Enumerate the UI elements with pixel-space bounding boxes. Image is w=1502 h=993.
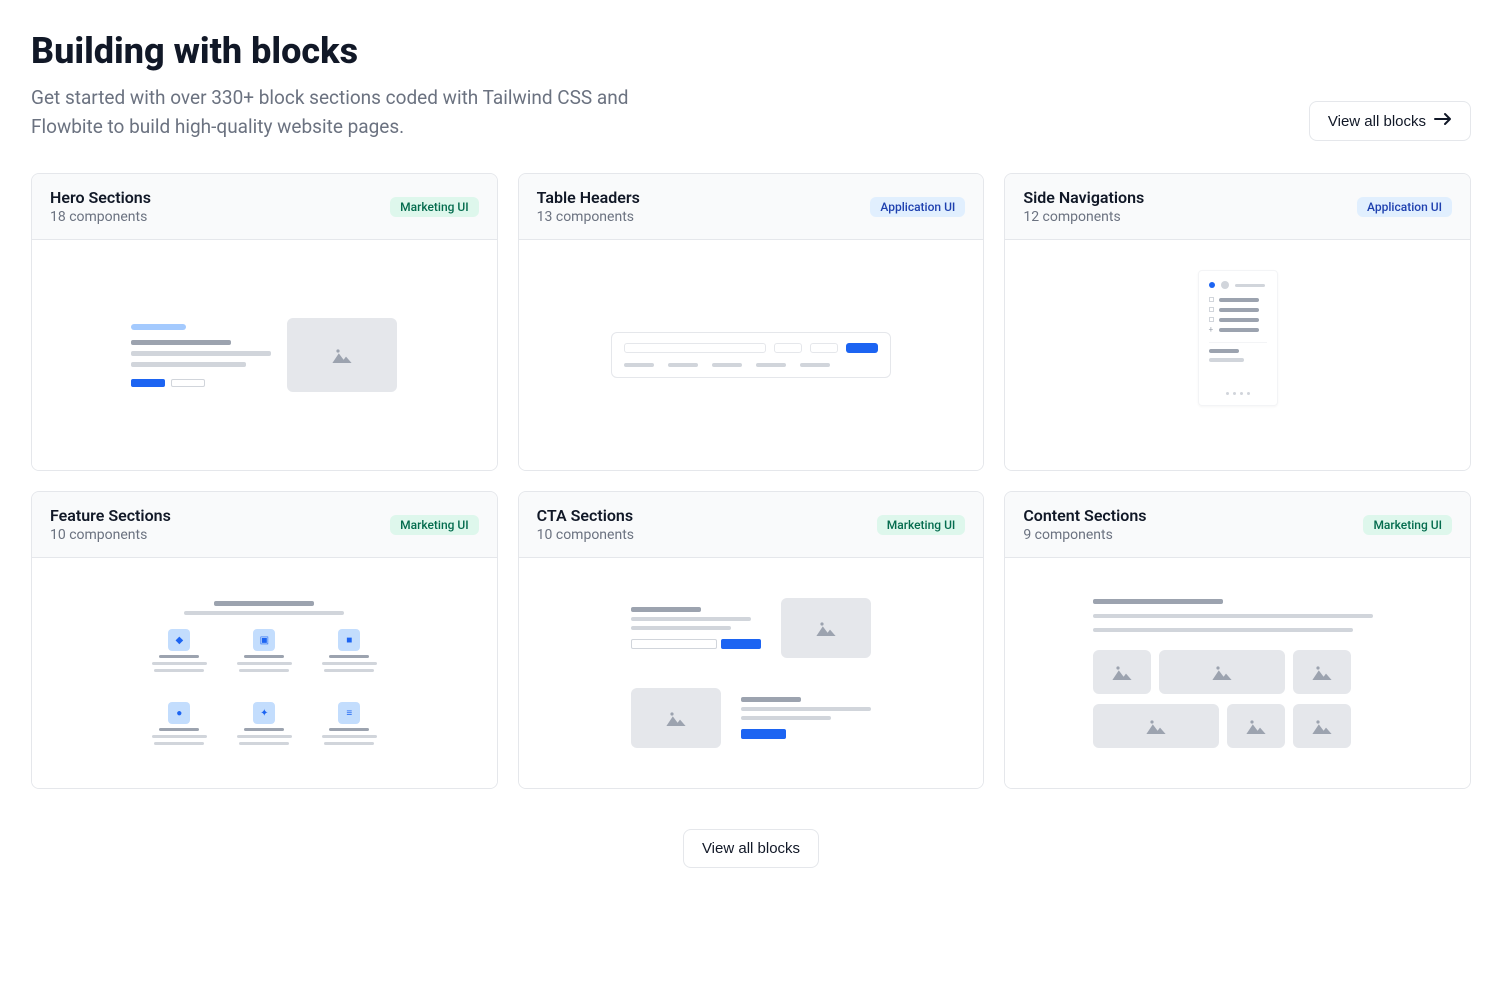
view-all-label: View all blocks: [702, 840, 800, 857]
view-all-blocks-button[interactable]: View all blocks: [1309, 101, 1471, 141]
arrow-right-icon: [1434, 112, 1452, 130]
badge-marketing: Marketing UI: [390, 515, 479, 535]
card-preview: [1005, 558, 1470, 788]
card-preview: ◆ ▣ ■: [32, 558, 497, 788]
card-title: Hero Sections: [50, 188, 151, 207]
card-meta: 12 components: [1023, 209, 1144, 225]
block-card-content-sections[interactable]: Content Sections 9 components Marketing …: [1004, 491, 1471, 789]
card-preview: +: [1005, 240, 1470, 470]
blocks-grid: Hero Sections 18 components Marketing UI: [31, 173, 1471, 789]
page-title: Building with blocks: [31, 30, 681, 72]
badge-marketing: Marketing UI: [1363, 515, 1452, 535]
block-card-side-navigations[interactable]: Side Navigations 12 components Applicati…: [1004, 173, 1471, 471]
card-meta: 10 components: [537, 527, 634, 543]
block-card-table-headers[interactable]: Table Headers 13 components Application …: [518, 173, 985, 471]
card-title: Table Headers: [537, 188, 640, 207]
card-meta: 9 components: [1023, 527, 1146, 543]
card-title: Feature Sections: [50, 506, 171, 525]
card-title: CTA Sections: [537, 506, 634, 525]
badge-marketing: Marketing UI: [877, 515, 966, 535]
page-header: Building with blocks Get started with ov…: [31, 30, 1471, 141]
block-card-feature-sections[interactable]: Feature Sections 10 components Marketing…: [31, 491, 498, 789]
badge-application: Application UI: [1357, 197, 1452, 217]
view-all-label: View all blocks: [1328, 113, 1426, 130]
badge-marketing: Marketing UI: [390, 197, 479, 217]
card-preview: [519, 558, 984, 788]
block-card-hero-sections[interactable]: Hero Sections 18 components Marketing UI: [31, 173, 498, 471]
badge-application: Application UI: [870, 197, 965, 217]
card-preview: [32, 240, 497, 470]
block-card-cta-sections[interactable]: CTA Sections 10 components Marketing UI: [518, 491, 985, 789]
view-all-blocks-footer-button[interactable]: View all blocks: [683, 829, 819, 868]
card-title: Side Navigations: [1023, 188, 1144, 207]
card-preview: [519, 240, 984, 470]
card-title: Content Sections: [1023, 506, 1146, 525]
page-subtitle: Get started with over 330+ block section…: [31, 84, 681, 141]
card-meta: 18 components: [50, 209, 151, 225]
card-meta: 13 components: [537, 209, 640, 225]
card-meta: 10 components: [50, 527, 171, 543]
